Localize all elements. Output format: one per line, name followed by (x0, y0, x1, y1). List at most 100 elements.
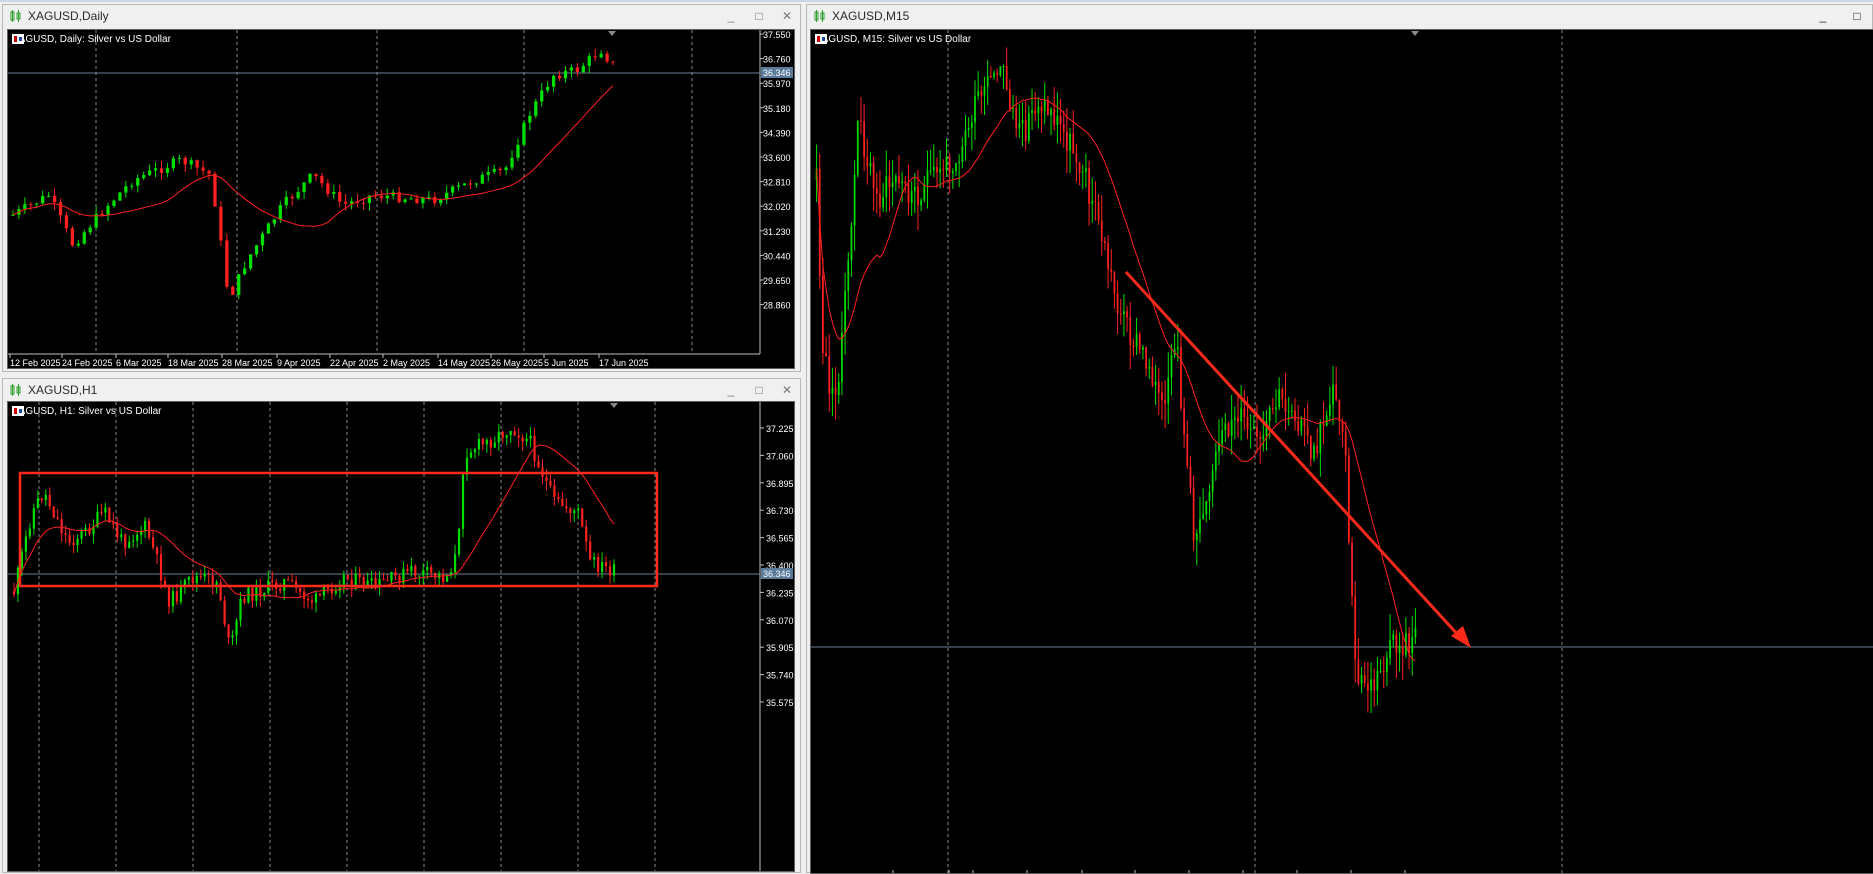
maximize-button[interactable]: □ (752, 9, 766, 23)
candle-body (999, 66, 1002, 76)
candle-body (589, 541, 592, 560)
candle-body (52, 195, 57, 203)
price-label: 28.860 (763, 301, 791, 311)
candle-body (1233, 417, 1236, 420)
candle-body (1085, 168, 1087, 172)
candle-body (898, 176, 900, 183)
candle-body (296, 192, 300, 199)
candle-body (379, 195, 383, 199)
candle-body (298, 587, 302, 592)
candle-body (56, 517, 59, 520)
close-button[interactable]: ✕ (780, 383, 794, 397)
candle-body (287, 579, 290, 581)
candle-body (1214, 451, 1217, 471)
candle-body (1107, 243, 1109, 270)
candle-body (175, 591, 179, 602)
candle-body (142, 175, 146, 178)
candle-body (1062, 124, 1065, 132)
m15-chart-window[interactable]: XAGUSD,M15 _ □ XAGUSD, M15: Silver vs US… (806, 4, 1873, 874)
candle-body (128, 541, 131, 548)
candle-body (308, 173, 312, 183)
candle-body (462, 183, 467, 186)
date-label: 9 Apr 2025 (277, 358, 321, 368)
current-price-value: 36.346 (763, 68, 791, 78)
candle-body (116, 524, 119, 538)
candle-body (1351, 542, 1353, 597)
chart-mode-icon (12, 406, 24, 416)
candle-body (869, 162, 872, 167)
candle-body (569, 67, 574, 71)
daily-chart-window[interactable]: XAGUSD,Daily _ □ ✕ 37.550 36.760 35.970 35.… (2, 4, 801, 372)
candle-body (967, 127, 970, 130)
candle-body (199, 575, 202, 577)
candle-body (254, 245, 259, 255)
h1-chart-window[interactable]: XAGUSD,H1 _ □ ✕ 37.225 37.060 36.895 36.730… (2, 378, 801, 873)
candle-body (1262, 435, 1265, 439)
minimize-button[interactable]: _ (724, 383, 738, 397)
price-label: 36.235 (766, 588, 794, 598)
candle-body (1360, 675, 1363, 684)
candle-body (1066, 131, 1068, 151)
candle-body (879, 193, 881, 208)
m15-chart-area[interactable]: XAGUSD, M15: Silver vs US Dollar (810, 29, 1873, 874)
candle-body (1205, 501, 1208, 515)
maximize-button[interactable]: □ (752, 383, 766, 397)
candle-body (291, 580, 294, 582)
candle-body (549, 480, 552, 486)
candle-body (100, 511, 103, 513)
candle-body (11, 214, 15, 216)
candle-body (1243, 408, 1246, 417)
candle-body (936, 166, 938, 173)
chart-label-text: XAGUSD, M15: Silver vs US Dollar (815, 34, 972, 45)
candle-body (120, 534, 123, 538)
candle-body (1246, 416, 1249, 430)
candle-body (1386, 657, 1388, 673)
candle-body (213, 173, 217, 207)
candle-body (338, 191, 342, 202)
candle-body (939, 168, 942, 173)
candle-body (1395, 634, 1398, 653)
candle-body (1322, 422, 1325, 426)
candle-body (612, 564, 616, 576)
candle-body (1294, 410, 1296, 421)
candle-body (986, 75, 989, 87)
daily-chart-area[interactable]: 37.550 36.760 35.970 35.180 34.390 33.600 32.8… (7, 29, 795, 369)
candle-body (80, 530, 83, 539)
candle-body (493, 442, 496, 448)
h1-titlebar[interactable]: XAGUSD,H1 _ □ ✕ (3, 379, 800, 401)
candle-body (144, 520, 147, 532)
minimize-button[interactable]: _ (1816, 9, 1830, 23)
daily-titlebar[interactable]: XAGUSD,Daily _ □ ✕ (3, 5, 800, 27)
candle-body (82, 232, 86, 244)
date-label: 26 May 2025 (491, 358, 543, 368)
h1-chart-canvas: 37.22537.06036.89536.73036.56536.40036.2… (8, 402, 794, 871)
candle-body (159, 168, 164, 173)
candle-body (29, 204, 33, 206)
candle-body (1271, 408, 1274, 410)
candle-body (284, 196, 288, 206)
candle-body (118, 192, 122, 201)
close-button[interactable]: ✕ (780, 9, 794, 23)
candle-body (201, 167, 205, 171)
candle-body (1119, 313, 1122, 315)
candle-body (314, 173, 318, 177)
date-label: 6 Mar 2025 (116, 358, 162, 368)
candle-body (1012, 108, 1014, 110)
h1-chart-area[interactable]: 37.225 37.060 36.895 36.730 36.565 36.400 36.2… (7, 401, 795, 872)
candle-body (573, 510, 576, 514)
candle-body (46, 195, 51, 197)
candle-body (1024, 120, 1027, 142)
candle-body (1211, 470, 1214, 492)
candle-body (187, 577, 190, 580)
candle-body (587, 56, 591, 66)
candle-body (504, 167, 508, 171)
candle-body (36, 498, 39, 509)
candle-body (569, 508, 572, 514)
maximize-button[interactable]: □ (1850, 9, 1864, 23)
candle-body (112, 200, 116, 206)
candle-body (1306, 426, 1309, 436)
m15-titlebar[interactable]: XAGUSD,M15 _ □ (807, 5, 1872, 27)
minimize-button[interactable]: _ (724, 9, 738, 23)
candle-body (593, 557, 596, 560)
candle-body (231, 286, 235, 295)
